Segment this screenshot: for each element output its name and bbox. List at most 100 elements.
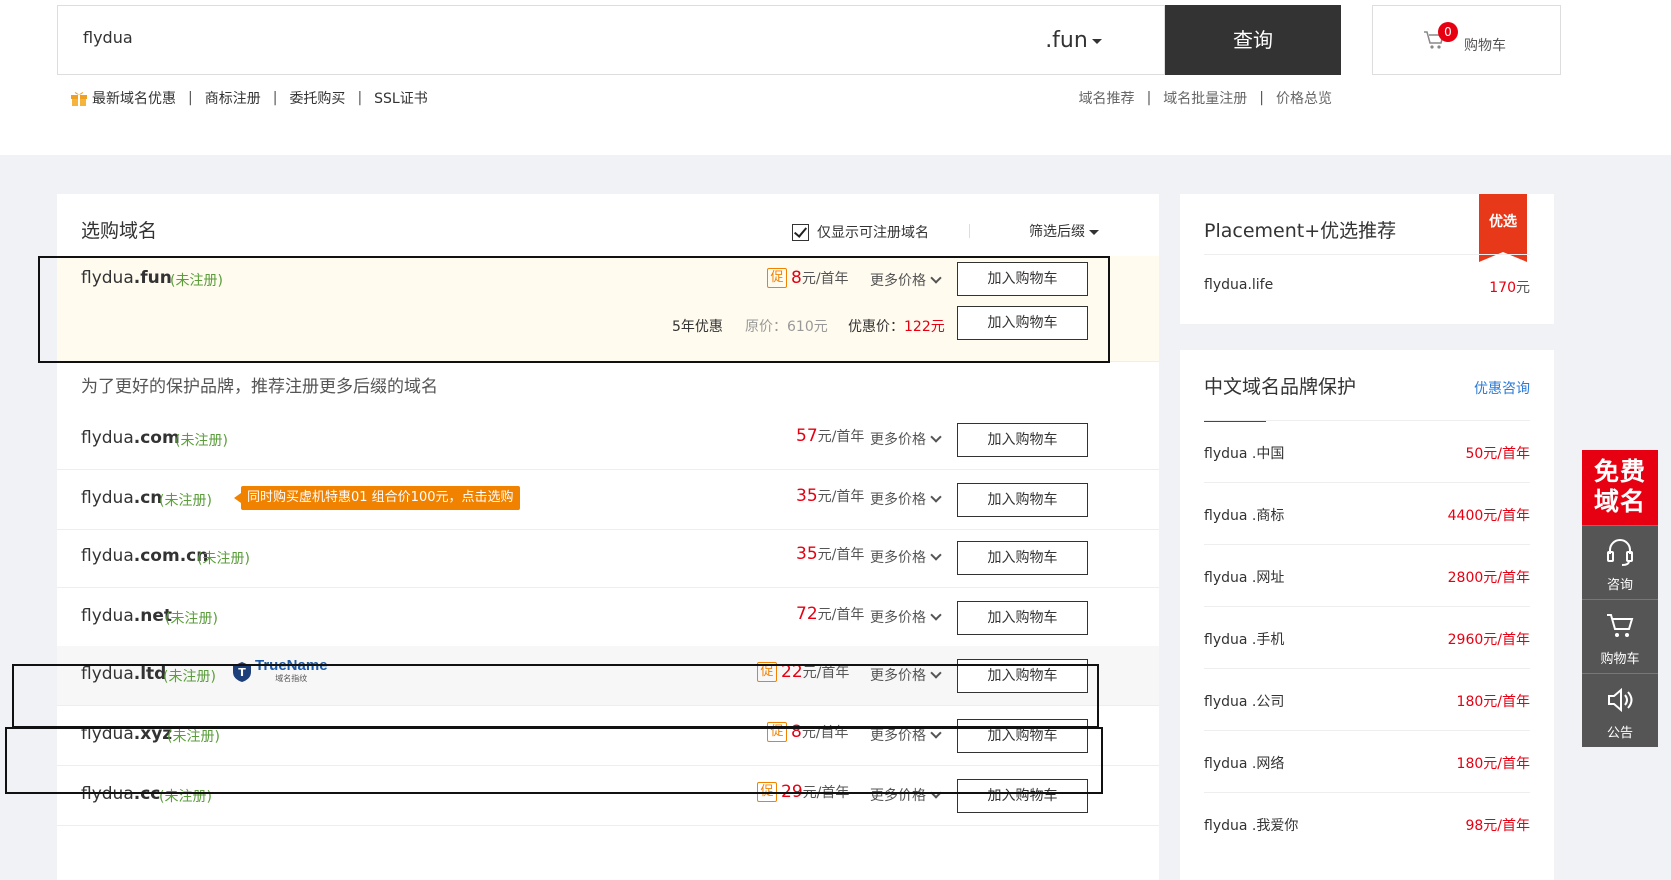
cn-domain-price-unit: 元/首年	[1483, 508, 1530, 524]
placement-item-price: 170元	[1489, 277, 1530, 297]
search-input-value[interactable]: flydua	[83, 28, 133, 47]
domain-base: flydua	[81, 428, 134, 448]
more-prices-label: 更多价格	[870, 550, 926, 566]
price-unit: 元/首年	[817, 429, 865, 445]
price-value: 57	[796, 426, 818, 446]
more-prices-link[interactable]: 更多价格	[870, 489, 942, 509]
status-label: (未注册)	[159, 493, 212, 509]
divider	[969, 224, 970, 238]
cn-domain-price-value: 180	[1456, 694, 1484, 710]
more-prices-label: 更多价格	[870, 492, 926, 508]
status-label: (未注册)	[197, 551, 250, 567]
cn-domain-price-unit: 元/首年	[1483, 570, 1530, 586]
cn-domain-price: 50元/首年	[1465, 443, 1530, 463]
cn-domain-name: flydua .手机	[1204, 632, 1285, 648]
consult-link[interactable]: 优惠咨询	[1474, 378, 1530, 398]
placement-panel: Placement+优选推荐 优选 flydua.life 170元	[1180, 194, 1554, 324]
highlight-frame	[38, 256, 1110, 363]
cn-domain-item[interactable]: flydua .网络 180元/首年	[1204, 730, 1530, 792]
add-to-cart-button[interactable]: 加入购物车	[957, 541, 1088, 575]
nav-link-trademark[interactable]: 商标注册	[205, 88, 261, 108]
only-available-checkbox[interactable]: 仅显示可注册域名	[792, 222, 929, 242]
add-to-cart-button[interactable]: 加入购物车	[957, 483, 1088, 517]
cn-domain-item[interactable]: flydua .公司 180元/首年	[1204, 668, 1530, 730]
query-button[interactable]: 查询	[1165, 5, 1341, 75]
caret-down-icon	[1091, 38, 1102, 44]
search-input[interactable]: flydua	[57, 5, 984, 75]
nav-link-ssl[interactable]: SSL证书	[374, 88, 428, 108]
more-prices-link[interactable]: 更多价格	[870, 429, 942, 449]
notice-rail-button[interactable]: 公告	[1582, 673, 1658, 747]
subnav-right: 域名推荐 | 域名批量注册 | 价格总览	[1079, 88, 1332, 108]
suffix-dropdown-value: .fun	[1045, 28, 1088, 53]
add-to-cart-button[interactable]: 加入购物车	[957, 601, 1088, 635]
placement-item[interactable]: flydua.life 170元	[1204, 254, 1530, 316]
price-unit: 元/首年	[817, 607, 865, 623]
cn-domain-item[interactable]: flydua .我爱你 98元/首年	[1204, 792, 1530, 854]
cn-domain-name: flydua .我爱你	[1204, 818, 1299, 834]
divider: |	[188, 90, 193, 106]
highlight-frame	[5, 727, 1103, 794]
chevron-down-icon	[930, 549, 942, 561]
headset-icon	[1607, 539, 1633, 566]
status-label: (未注册)	[175, 433, 228, 449]
domain-tld: .com	[133, 428, 180, 448]
gift-icon	[70, 90, 88, 106]
cn-domain-item[interactable]: flydua .商标 4400元/首年	[1204, 482, 1530, 544]
nav-link-entrusted-purchase[interactable]: 委托购买	[289, 88, 345, 108]
cn-domain-price-value: 2960	[1447, 632, 1484, 648]
nav-link-bulk-register[interactable]: 域名批量注册	[1163, 88, 1247, 108]
cn-domain-name: flydua .网址	[1204, 570, 1285, 586]
chevron-down-icon	[930, 609, 942, 621]
divider: |	[1146, 90, 1152, 106]
domain-name: flydua.com	[81, 428, 180, 448]
bundle-promo-banner[interactable]: 同时购买虚机特惠01 组合价100元，点击选购	[234, 486, 520, 510]
placement-price-value: 170	[1489, 280, 1516, 296]
suffix-dropdown[interactable]: .fun	[983, 5, 1165, 75]
domain-base: flydua	[81, 606, 134, 626]
cn-domain-item[interactable]: flydua .中国 50元/首年	[1204, 420, 1530, 482]
cn-domain-item[interactable]: flydua .网址 2800元/首年	[1204, 544, 1530, 606]
cn-domain-price: 2800元/首年	[1448, 567, 1530, 587]
cn-domain-item[interactable]: flydua .手机 2960元/首年	[1204, 606, 1530, 668]
cart-count-badge: 0	[1438, 22, 1458, 42]
price: 72 元/首年	[792, 604, 864, 624]
domain-name: flydua.net	[81, 606, 172, 626]
placement-price-unit: 元	[1516, 280, 1530, 296]
notice-rail-label: 公告	[1606, 726, 1633, 741]
filter-suffix-dropdown[interactable]: 筛选后缀	[1029, 221, 1099, 241]
cn-domain-title: 中文域名品牌保护	[1204, 376, 1357, 398]
cn-domain-name: flydua .网络	[1204, 756, 1285, 772]
speaker-icon	[1608, 687, 1633, 713]
cart-button[interactable]: 0 购物车	[1372, 5, 1561, 75]
price: 57 元/首年	[792, 426, 864, 446]
cn-domain-price-value: 2800	[1447, 570, 1484, 586]
price-value: 72	[796, 604, 818, 624]
more-prices-label: 更多价格	[870, 432, 926, 448]
cn-domain-price: 180元/首年	[1457, 691, 1530, 711]
price-value: 35	[796, 486, 818, 506]
cart-icon	[1607, 614, 1634, 637]
consult-rail-button[interactable]: 咨询	[1582, 525, 1658, 599]
price-value: 35	[796, 544, 818, 564]
cn-domain-name: flydua .公司	[1204, 694, 1285, 710]
divider: |	[272, 90, 278, 106]
free-domain-button[interactable]: 免费域名	[1582, 450, 1658, 525]
price-unit: 元/首年	[817, 489, 865, 505]
nav-link-price-overview[interactable]: 价格总览	[1276, 88, 1332, 108]
panel-title: 选购域名	[81, 220, 158, 242]
checkbox-label: 仅显示可注册域名	[817, 225, 929, 241]
checkbox-checked-icon[interactable]	[792, 223, 809, 241]
more-prices-link[interactable]: 更多价格	[870, 547, 942, 567]
add-to-cart-button[interactable]: 加入购物车	[957, 423, 1088, 457]
domain-row: flydua.net (未注册) 72 元/首年 更多价格 加入购物车	[57, 588, 1159, 648]
domain-name: flydua.com.cn	[81, 546, 208, 566]
nav-link-domain-deals[interactable]: 最新域名优惠	[92, 88, 176, 108]
cn-domain-name: flydua .商标	[1204, 508, 1285, 524]
placement-item-name: flydua.life	[1204, 277, 1274, 293]
cart-rail-button[interactable]: 购物车	[1582, 599, 1658, 673]
recommend-text: 为了更好的保护品牌，推荐注册更多后缀的域名	[81, 377, 438, 397]
more-prices-link[interactable]: 更多价格	[870, 607, 942, 627]
cn-domain-price-value: 98	[1465, 818, 1484, 834]
nav-link-domain-recommend[interactable]: 域名推荐	[1079, 88, 1135, 108]
